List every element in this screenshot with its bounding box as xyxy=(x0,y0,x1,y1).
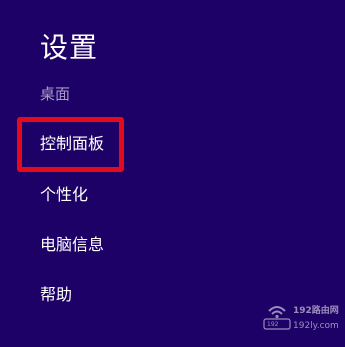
menu-item-pc-info[interactable]: 电脑信息 xyxy=(40,234,104,256)
menu-item-control-panel[interactable]: 控制面板 xyxy=(40,133,104,155)
section-label-desktop: 桌面 xyxy=(40,85,71,103)
watermark-router-label: 192 xyxy=(267,321,279,328)
menu-item-personalize[interactable]: 个性化 xyxy=(40,184,88,206)
settings-charm-panel: 设置 桌面 控制面板 个性化 电脑信息 帮助 192 192路由网 192ly.… xyxy=(0,0,345,347)
panel-title: 设置 xyxy=(40,31,99,64)
watermark-domain: 192ly.com xyxy=(293,321,339,331)
menu-item-help[interactable]: 帮助 xyxy=(40,284,72,306)
site-watermark: 192 192路由网 192ly.com xyxy=(263,302,341,342)
watermark-brand: 192路由网 xyxy=(293,306,339,316)
